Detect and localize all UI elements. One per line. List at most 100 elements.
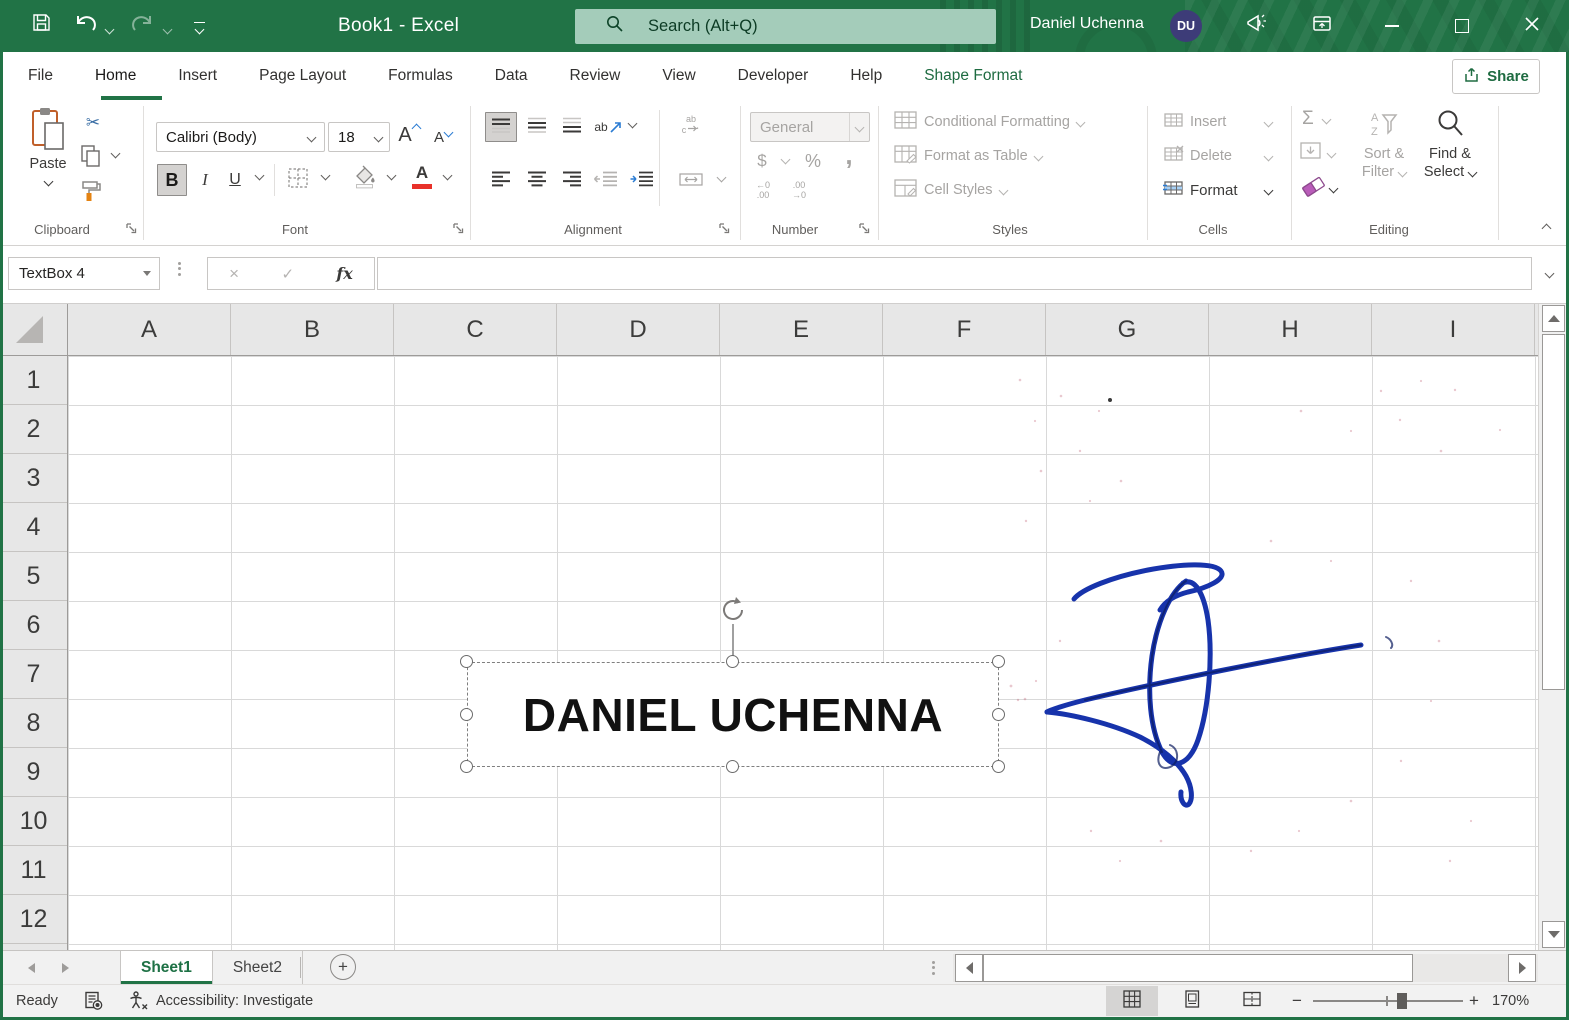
undo-button[interactable]	[68, 8, 102, 42]
zoom-in-button[interactable]: +	[1469, 991, 1479, 1011]
number-dialog-launcher-icon[interactable]	[858, 222, 872, 236]
tab-shape-format[interactable]: Shape Format	[903, 52, 1043, 100]
hscroll-left-button[interactable]	[955, 954, 983, 982]
share-button[interactable]: Share	[1452, 59, 1540, 94]
save-button[interactable]	[24, 8, 58, 42]
decrease-indent-button[interactable]	[590, 166, 622, 196]
textbox-shape[interactable]: DANIEL UCHENNA	[467, 662, 999, 767]
resize-handle-nw[interactable]	[460, 655, 473, 668]
font-color-button[interactable]: A	[408, 162, 436, 196]
middle-align-button[interactable]	[521, 112, 553, 142]
row-header-9[interactable]: 9	[0, 748, 67, 797]
row-header-10[interactable]: 10	[0, 797, 67, 846]
tab-review[interactable]: Review	[549, 52, 642, 100]
hscroll-right-button[interactable]	[1508, 954, 1536, 982]
resize-handle-s[interactable]	[726, 760, 739, 773]
copy-button[interactable]	[78, 144, 104, 171]
insert-function-icon[interactable]: fx	[336, 264, 352, 283]
row-header-5[interactable]: 5	[0, 552, 67, 601]
column-header-b[interactable]: B	[231, 304, 394, 355]
accessibility-status[interactable]: Accessibility: Investigate	[156, 993, 313, 1009]
add-sheet-button[interactable]: +	[330, 954, 356, 980]
column-header-a[interactable]: A	[68, 304, 231, 355]
tab-view[interactable]: View	[641, 52, 716, 100]
fill-color-button[interactable]	[350, 164, 380, 194]
resize-handle-se[interactable]	[992, 760, 1005, 773]
tab-help[interactable]: Help	[829, 52, 903, 100]
macro-record-icon[interactable]	[84, 991, 104, 1015]
align-left-button[interactable]	[485, 166, 517, 196]
underline-dropdown[interactable]	[252, 170, 266, 181]
font-name-combo[interactable]: Calibri (Body)	[156, 122, 325, 152]
increase-indent-button[interactable]	[626, 166, 658, 196]
grow-font-button[interactable]: A	[394, 120, 424, 150]
align-right-button[interactable]	[556, 166, 588, 196]
avatar[interactable]: DU	[1170, 10, 1202, 42]
find-select-button[interactable]: Find & Select	[1418, 108, 1482, 181]
clear-button[interactable]	[1300, 174, 1339, 203]
font-dialog-launcher-icon[interactable]	[452, 222, 466, 236]
search-box[interactable]: Search (Alt+Q)	[575, 9, 996, 44]
row-header-2[interactable]: 2	[0, 405, 67, 454]
zoom-slider-thumb[interactable]	[1397, 993, 1407, 1009]
select-all-corner[interactable]	[0, 304, 68, 356]
merge-center-button[interactable]	[670, 168, 712, 194]
column-header-i[interactable]: I	[1372, 304, 1535, 355]
align-center-button[interactable]	[521, 166, 553, 196]
column-header-c[interactable]: C	[394, 304, 557, 355]
column-header-f[interactable]: F	[883, 304, 1046, 355]
wrap-text-button[interactable]: ab c	[670, 114, 712, 142]
row-header-11[interactable]: 11	[0, 846, 67, 895]
scroll-down-button[interactable]	[1542, 921, 1565, 948]
column-header-d[interactable]: D	[557, 304, 720, 355]
row-header-1[interactable]: 1	[0, 356, 67, 405]
borders-button[interactable]	[282, 166, 314, 194]
scroll-up-button[interactable]	[1542, 305, 1565, 332]
orientation-dropdown[interactable]	[625, 118, 639, 129]
column-header-h[interactable]: H	[1209, 304, 1372, 355]
row-header-7[interactable]: 7	[0, 650, 67, 699]
row-header-4[interactable]: 4	[0, 503, 67, 552]
bold-button[interactable]: B	[157, 164, 187, 196]
borders-dropdown[interactable]	[318, 170, 332, 181]
row-header-12[interactable]: 12	[0, 895, 67, 944]
resize-handle-sw[interactable]	[460, 760, 473, 773]
name-box[interactable]: TextBox 4	[8, 257, 160, 290]
font-size-combo[interactable]: 18	[328, 122, 390, 152]
tab-insert[interactable]: Insert	[157, 52, 238, 100]
vertical-scrollbar[interactable]	[1538, 304, 1566, 950]
horizontal-scrollbar-thumb[interactable]	[983, 954, 1413, 982]
enter-icon[interactable]: ✓	[281, 265, 294, 283]
merge-center-dropdown[interactable]	[714, 172, 728, 183]
underline-button[interactable]: U	[221, 164, 249, 196]
resize-handle-n[interactable]	[726, 655, 739, 668]
alignment-dialog-launcher-icon[interactable]	[718, 222, 732, 236]
copy-dropdown[interactable]	[108, 148, 122, 159]
top-align-button[interactable]	[485, 112, 517, 142]
textbox-text[interactable]: DANIEL UCHENNA	[523, 688, 943, 742]
cut-button[interactable]: ✂	[80, 110, 106, 136]
clipboard-dialog-launcher-icon[interactable]	[125, 222, 139, 236]
sheet-tab-sheet2[interactable]: Sheet2	[213, 951, 303, 984]
ribbon-display-options-button[interactable]	[1302, 8, 1342, 44]
normal-view-button[interactable]	[1106, 986, 1158, 1016]
zoom-out-button[interactable]: −	[1292, 991, 1302, 1011]
tab-formulas[interactable]: Formulas	[367, 52, 474, 100]
resize-handle-e[interactable]	[992, 708, 1005, 721]
paste-button[interactable]: Paste	[18, 107, 78, 207]
expand-formula-bar-button[interactable]	[1538, 264, 1560, 282]
redo-button[interactable]	[126, 8, 160, 42]
font-color-dropdown[interactable]	[440, 170, 454, 181]
cancel-icon[interactable]: ×	[229, 264, 239, 284]
column-header-e[interactable]: E	[720, 304, 883, 355]
undo-dropdown[interactable]	[102, 12, 116, 46]
redo-dropdown[interactable]	[160, 12, 174, 46]
orientation-button[interactable]: ab	[592, 112, 624, 142]
sheet-nav-left-icon[interactable]	[28, 963, 35, 973]
row-header-6[interactable]: 6	[0, 601, 67, 650]
page-layout-view-button[interactable]	[1166, 986, 1218, 1016]
sheet-nav-right-icon[interactable]	[62, 963, 69, 973]
column-header-g[interactable]: G	[1046, 304, 1209, 355]
fill-color-dropdown[interactable]	[384, 170, 398, 181]
rotate-handle[interactable]	[719, 596, 748, 629]
